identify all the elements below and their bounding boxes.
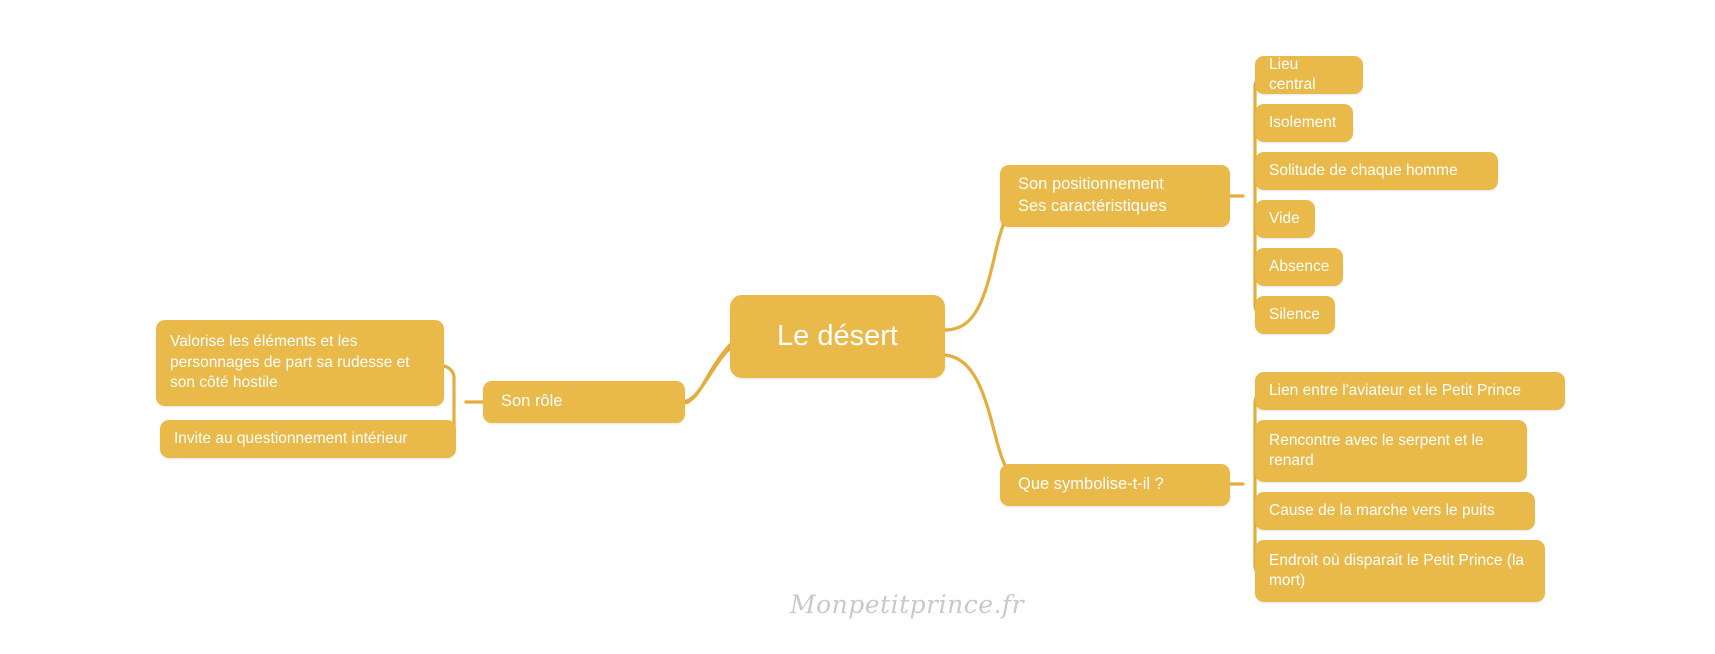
leaf-node-solitude-label: Solitude de chaque homme	[1269, 161, 1458, 179]
leaf-node-isolement[interactable]: Isolement	[1255, 104, 1353, 142]
leaf-node-absence[interactable]: Absence	[1255, 248, 1343, 286]
branch-node-role-label: Son rôle	[501, 392, 563, 411]
leaf-node-rencontre-label: Rencontre avec le serpent et le renard	[1269, 431, 1484, 469]
leaf-node-invite-questionnement[interactable]: Invite au questionnement intérieur	[160, 420, 456, 458]
leaf-node-silence-label: Silence	[1269, 305, 1320, 323]
leaf-node-lien-aviateur-label: Lien entre l'aviateur et le Petit Prince	[1269, 381, 1521, 399]
leaf-node-endroit-disparait[interactable]: Endroit où disparait le Petit Prince (la…	[1255, 540, 1545, 602]
leaf-node-lieu-central[interactable]: Lieu central	[1255, 56, 1363, 94]
leaf-node-silence[interactable]: Silence	[1255, 296, 1335, 334]
branch-node-symbolise[interactable]: Que symbolise-t-il ?	[1000, 464, 1230, 506]
branch-node-symbolise-label: Que symbolise-t-il ?	[1018, 475, 1164, 494]
leaf-node-marche-puits[interactable]: Cause de la marche vers le puits	[1255, 492, 1535, 530]
edge-root-to-role-b	[681, 343, 732, 405]
site-watermark: Monpetitprince.fr	[790, 590, 1024, 619]
leaf-node-rencontre[interactable]: Rencontre avec le serpent et le renard	[1255, 420, 1527, 482]
leaf-node-invite-questionnement-label: Invite au questionnement intérieur	[174, 429, 408, 447]
leaf-node-valorise[interactable]: Valorise les éléments et les personnages…	[156, 320, 444, 406]
root-node[interactable]: Le désert	[730, 295, 945, 378]
site-watermark-label: Monpetitprince.fr	[790, 590, 1025, 619]
branch-node-positionnement[interactable]: Son positionnement Ses caractéristiques	[1000, 165, 1230, 227]
mindmap-canvas: Le désert Son positionnement Ses caracté…	[0, 0, 1715, 654]
leaf-node-marche-puits-label: Cause de la marche vers le puits	[1269, 501, 1495, 519]
branch-node-role[interactable]: Son rôle	[483, 381, 685, 423]
leaf-node-lieu-central-label: Lieu central	[1269, 55, 1316, 93]
leaf-node-absence-label: Absence	[1269, 257, 1330, 275]
leaf-node-vide[interactable]: Vide	[1255, 200, 1315, 238]
leaf-node-lien-aviateur[interactable]: Lien entre l'aviateur et le Petit Prince	[1255, 372, 1565, 410]
edge-root-to-role	[677, 346, 732, 405]
leaf-node-vide-label: Vide	[1269, 209, 1300, 227]
leaf-node-valorise-label: Valorise les éléments et les personnages…	[170, 333, 410, 392]
root-node-label: Le désert	[777, 320, 898, 353]
branch-node-positionnement-label: Son positionnement Ses caractéristiques	[1018, 175, 1167, 215]
leaf-node-isolement-label: Isolement	[1269, 113, 1337, 131]
leaf-node-endroit-disparait-label: Endroit où disparait le Petit Prince (la…	[1269, 551, 1525, 589]
leaf-node-solitude[interactable]: Solitude de chaque homme	[1255, 152, 1498, 190]
